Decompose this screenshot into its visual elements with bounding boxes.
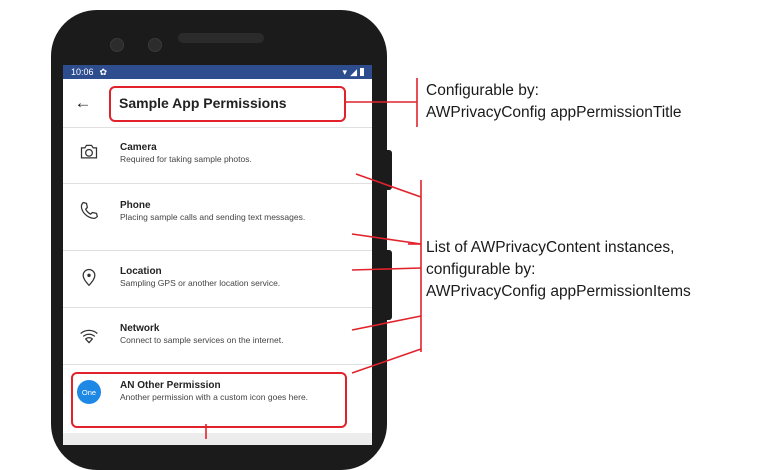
items-annotation-line-3: AWPrivacyConfig appPermissionItems [426, 283, 691, 300]
items-annotation-line-1: List of AWPrivacyContent instances, [426, 239, 675, 256]
title-annotation-line-1: Configurable by: [426, 82, 539, 99]
annotation-connectors [205, 78, 422, 439]
title-annotation: Configurable by: AWPrivacyConfig appPerm… [426, 80, 682, 124]
title-annotation-line-2: AWPrivacyConfig appPermissionTitle [426, 104, 682, 121]
items-annotation: List of AWPrivacyContent instances, conf… [426, 237, 691, 303]
items-annotation-line-2: configurable by: [426, 261, 536, 278]
